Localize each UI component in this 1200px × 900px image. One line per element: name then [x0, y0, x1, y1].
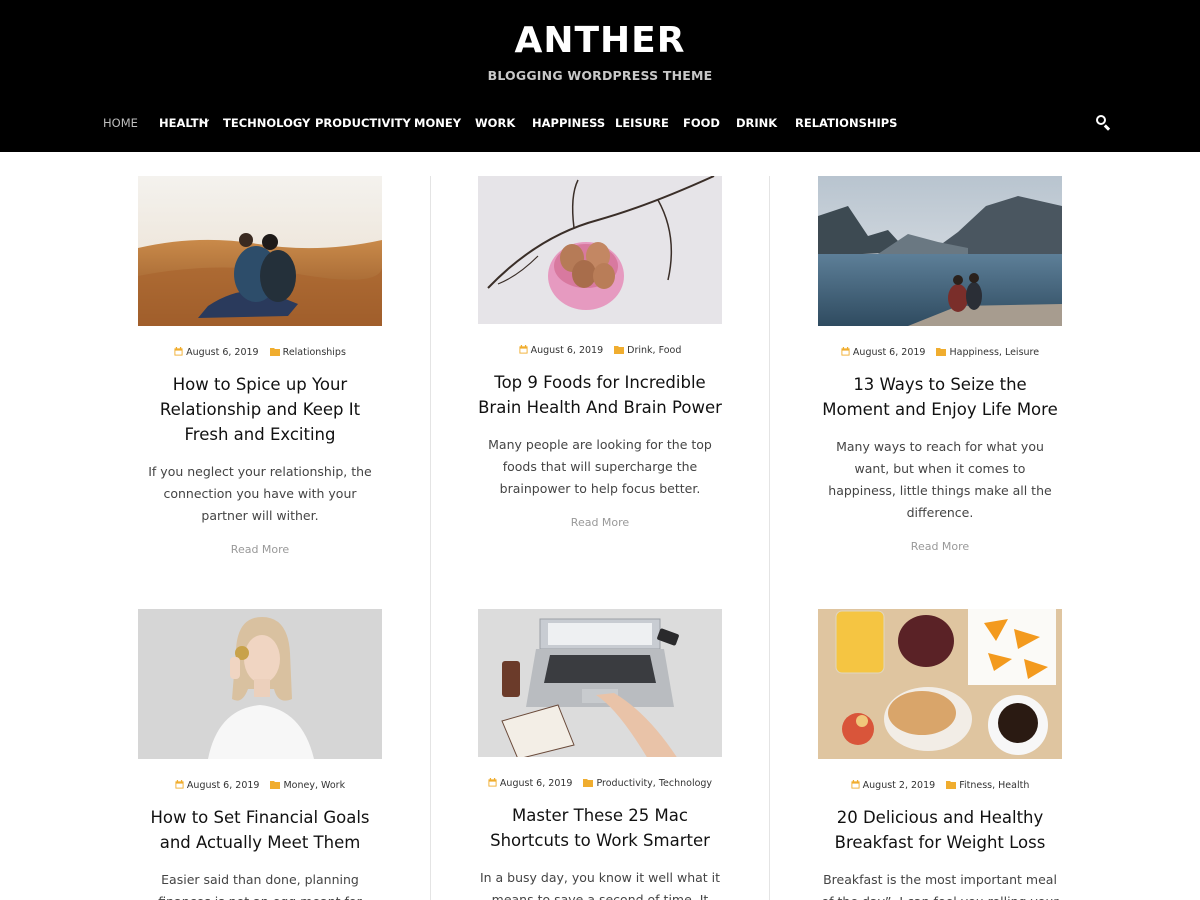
- post-date[interactable]: August 6, 2019: [841, 347, 925, 358]
- nav-item-technology[interactable]: TECHNOLOGY: [223, 110, 310, 136]
- post-thumbnail[interactable]: [818, 176, 1062, 326]
- nav-item-productivity[interactable]: PRODUCTIVITY: [315, 110, 411, 136]
- read-more-link[interactable]: Read More: [571, 516, 629, 529]
- post-card: August 2, 2019 Fitness, Health 20 Delici…: [815, 609, 1065, 900]
- folder-icon: [583, 779, 594, 787]
- post-meta: August 6, 2019 Drink, Food: [475, 344, 725, 358]
- nav-item-food[interactable]: FOOD: [683, 110, 720, 136]
- post-categories[interactable]: Happiness, Leisure: [936, 347, 1039, 358]
- woman-holding-coin-photo: [138, 609, 382, 759]
- site-header: ANTHER BLOGGING WORDPRESS THEME HOME HEA…: [0, 0, 1200, 152]
- folder-icon: [946, 781, 957, 789]
- main-navigation: HOME HEALTH TECHNOLOGY PRODUCTIVITY MONE…: [0, 110, 1200, 136]
- post-date[interactable]: August 6, 2019: [175, 780, 259, 791]
- post-thumbnail[interactable]: [478, 176, 722, 324]
- post-title[interactable]: 13 Ways to Seize the Moment and Enjoy Li…: [815, 372, 1065, 422]
- post-meta: August 6, 2019 Happiness, Leisure: [815, 346, 1065, 360]
- column-divider: [430, 176, 431, 900]
- post-thumbnail[interactable]: [138, 176, 382, 326]
- folder-icon: [614, 346, 625, 354]
- post-date[interactable]: August 6, 2019: [488, 778, 572, 789]
- nav-item-drink[interactable]: DRINK: [736, 110, 777, 136]
- post-thumbnail[interactable]: [138, 609, 382, 759]
- breakfast-table-photo: [818, 609, 1062, 759]
- post-meta: August 2, 2019 Fitness, Health: [815, 779, 1065, 793]
- site-title[interactable]: ANTHER: [515, 18, 686, 64]
- nav-item-relationships[interactable]: RELATIONSHIPS: [795, 110, 897, 136]
- post-categories[interactable]: Fitness, Health: [946, 780, 1029, 791]
- post-card: August 6, 2019 Money, Work How to Set Fi…: [135, 609, 385, 900]
- folder-icon: [936, 348, 947, 356]
- calendar-icon: [841, 347, 850, 356]
- post-meta: August 6, 2019 Money, Work: [135, 779, 385, 793]
- site-branding: ANTHER BLOGGING WORDPRESS THEME: [0, 18, 1200, 83]
- couple-in-desert-photo: [138, 176, 382, 326]
- read-more-link[interactable]: Read More: [911, 540, 969, 553]
- calendar-icon: [851, 780, 860, 789]
- post-categories[interactable]: Drink, Food: [614, 345, 681, 356]
- search-icon[interactable]: [1096, 115, 1112, 131]
- column-divider: [769, 176, 770, 900]
- post-excerpt: Many ways to reach for what you want, bu…: [828, 439, 1052, 520]
- post-card: August 6, 2019 Productivity, Technology …: [475, 609, 725, 900]
- calendar-icon: [488, 778, 497, 787]
- post-card: August 6, 2019 Relationships How to Spic…: [135, 176, 385, 558]
- post-card: August 6, 2019 Happiness, Leisure 13 Way…: [815, 176, 1065, 555]
- site-tagline: BLOGGING WORDPRESS THEME: [487, 68, 713, 83]
- post-excerpt: Easier said than done, planning finances…: [158, 872, 361, 900]
- post-date[interactable]: August 6, 2019: [519, 345, 603, 356]
- post-categories[interactable]: Relationships: [269, 347, 346, 358]
- post-thumbnail[interactable]: [478, 609, 722, 757]
- post-card: August 6, 2019 Drink, Food Top 9 Foods f…: [475, 176, 725, 531]
- nav-item-leisure[interactable]: LEISURE: [615, 110, 669, 136]
- calendar-icon: [519, 345, 528, 354]
- post-title[interactable]: 20 Delicious and Healthy Breakfast for W…: [815, 805, 1065, 855]
- nav-item-happiness[interactable]: HAPPINESS: [532, 110, 605, 136]
- post-title[interactable]: How to Set Financial Goals and Actually …: [135, 805, 385, 855]
- post-title[interactable]: Master These 25 Mac Shortcuts to Work Sm…: [475, 803, 725, 853]
- post-meta: August 6, 2019 Productivity, Technology: [475, 777, 725, 791]
- eggs-in-pink-bowl-photo: [478, 176, 722, 324]
- read-more-link[interactable]: Read More: [231, 543, 289, 556]
- post-grid: August 6, 2019 Relationships How to Spic…: [0, 152, 1200, 900]
- couple-by-mountain-lake-photo: [818, 176, 1062, 326]
- calendar-icon: [174, 347, 183, 356]
- post-excerpt: If you neglect your relationship, the co…: [148, 464, 372, 523]
- calendar-icon: [175, 780, 184, 789]
- post-excerpt: Breakfast is the most important meal of …: [821, 872, 1058, 900]
- post-date[interactable]: August 6, 2019: [174, 347, 259, 358]
- post-title[interactable]: Top 9 Foods for Incredible Brain Health …: [475, 370, 725, 420]
- post-excerpt: Many people are looking for the top food…: [488, 437, 712, 496]
- post-meta: August 6, 2019 Relationships: [135, 346, 385, 360]
- post-categories[interactable]: Money, Work: [270, 780, 345, 791]
- folder-icon: [269, 348, 280, 356]
- nav-item-money[interactable]: MONEY: [414, 110, 461, 136]
- laptop-on-desk-photo: [478, 609, 722, 757]
- nav-item-health[interactable]: HEALTH: [159, 110, 208, 136]
- post-excerpt: In a busy day, you know it well what it …: [479, 870, 721, 900]
- post-thumbnail[interactable]: [818, 609, 1062, 759]
- post-categories[interactable]: Productivity, Technology: [583, 778, 712, 789]
- folder-icon: [270, 781, 281, 789]
- post-title[interactable]: How to Spice up Your Relationship and Ke…: [135, 372, 385, 447]
- nav-item-home[interactable]: HOME: [103, 110, 138, 136]
- post-date[interactable]: August 2, 2019: [851, 780, 935, 791]
- nav-item-work[interactable]: WORK: [475, 110, 515, 136]
